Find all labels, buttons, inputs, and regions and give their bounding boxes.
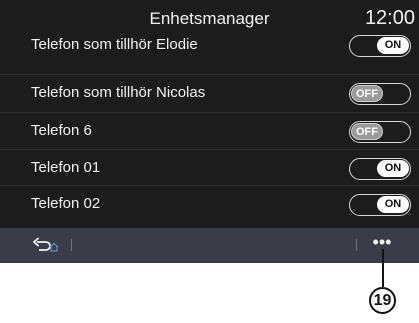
- back-home-icon[interactable]: [33, 236, 59, 254]
- toggle-state: ON: [377, 37, 409, 54]
- device-name: Telefon som tillhör Nicolas: [31, 84, 206, 101]
- toggle-state: ON: [377, 196, 409, 213]
- toggle-state: OFF: [351, 123, 383, 140]
- device-toggle[interactable]: OFF: [349, 83, 411, 105]
- device-manager-screen: Enhetsmanager 12:00 Telefon som tillhör …: [0, 0, 419, 263]
- device-row[interactable]: Telefon 6 OFF: [0, 112, 419, 151]
- callout-line: [382, 249, 384, 287]
- divider: [71, 239, 72, 251]
- device-row[interactable]: Telefon som tillhör Elodie ON: [0, 27, 419, 65]
- divider: [356, 239, 357, 251]
- toggle-state: ON: [377, 160, 409, 177]
- device-name: Telefon 02: [31, 195, 101, 212]
- device-name: Telefon 6: [31, 122, 92, 139]
- device-row[interactable]: Telefon 01 ON: [0, 149, 419, 188]
- device-toggle[interactable]: OFF: [349, 121, 411, 143]
- bottom-bar: •••: [0, 228, 419, 263]
- device-toggle[interactable]: ON: [349, 158, 411, 180]
- device-name: Telefon 01: [31, 159, 101, 176]
- toggle-state: OFF: [351, 85, 383, 102]
- device-row[interactable]: Telefon som tillhör Nicolas OFF: [0, 74, 419, 113]
- callout-badge: 19: [369, 287, 396, 314]
- device-toggle[interactable]: ON: [349, 194, 411, 216]
- device-row[interactable]: Telefon 02 ON: [0, 185, 419, 224]
- device-toggle[interactable]: ON: [349, 35, 411, 57]
- device-name: Telefon som tillhör Elodie: [31, 36, 198, 53]
- page-title: Enhetsmanager: [149, 9, 270, 28]
